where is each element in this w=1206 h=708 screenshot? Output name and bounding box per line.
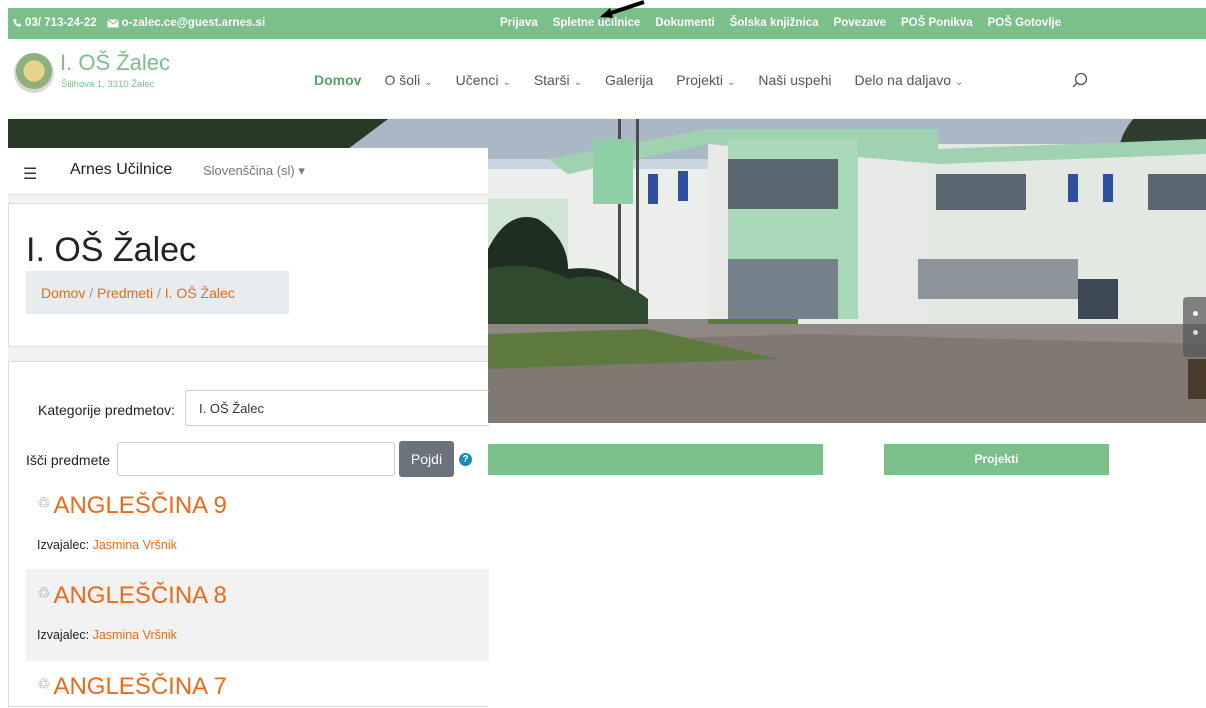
course-search-input[interactable]: [117, 442, 395, 476]
nav-starsi-label: Starši: [533, 72, 570, 88]
phone-number: 03/ 713-24-22: [25, 17, 97, 29]
page-header-card: I. OŠ Žalec Domov / Predmeti / I. OŠ Žal…: [8, 203, 488, 347]
slider-dot[interactable]: [1193, 330, 1198, 335]
course-title-link[interactable]: ♲ ANGLEŠČINA 7: [37, 673, 489, 701]
top-link-prijava[interactable]: Prijava: [500, 17, 538, 29]
language-selector[interactable]: Slovenščina (sl) ▾: [203, 163, 305, 179]
nav-ucenci-label: Učenci: [455, 72, 499, 88]
course-name: ANGLEŠČINA 7: [53, 673, 227, 700]
nav-nasi-uspehi[interactable]: Naši uspehi: [758, 72, 831, 88]
breadcrumb-current[interactable]: I. OŠ Žalec: [165, 285, 235, 301]
chevron-down-icon: ⌄: [955, 77, 964, 88]
moodle-panel: ☰ Arnes Učilnice Slovenščina (sl) ▾ I. O…: [8, 148, 489, 708]
school-name[interactable]: I. OŠ Žalec: [60, 52, 170, 74]
top-links: Prijava Spletne učilnice Dokumenti Šolsk…: [500, 17, 1061, 29]
nav-domov[interactable]: Domov: [314, 72, 361, 88]
slider-bullets[interactable]: [1183, 297, 1206, 357]
teacher-link[interactable]: Jasmina Vršnik: [93, 538, 177, 552]
course-item: ♲ ANGLEŠČINA 7: [26, 673, 489, 708]
teacher-label: Izvajalec:: [37, 628, 90, 642]
school-logo[interactable]: [14, 53, 54, 93]
language-label: Slovenščina (sl): [203, 163, 295, 178]
annotation-arrow-icon: [600, 0, 645, 18]
chevron-down-icon: ⌄: [573, 77, 583, 88]
course-teacher: Izvajalec: Jasmina Vršnik: [37, 538, 489, 552]
nav-starsi[interactable]: Starši ⌄: [534, 72, 582, 88]
phone-icon: [13, 19, 21, 27]
nav-ucenci[interactable]: Učenci ⌄: [456, 72, 511, 88]
site-header: I. OŠ Žalec Šilihova 1, 3310 Žalec Domov…: [8, 39, 1206, 119]
main-nav: Domov O šoli ⌄ Učenci ⌄ Starši ⌄ Galerija P…: [314, 72, 963, 88]
email-contact[interactable]: o-zalec.ce@guest.arnes.si: [106, 17, 266, 29]
phone-contact[interactable]: 03/ 713-24-22: [12, 17, 97, 29]
top-link-pos-gotovlje[interactable]: POŠ Gotovlje: [988, 17, 1062, 29]
breadcrumb: Domov / Predmeti / I. OŠ Žalec: [26, 271, 289, 314]
teacher-link[interactable]: Jasmina Vršnik: [93, 628, 177, 642]
top-link-dokumenti[interactable]: Dokumenti: [655, 17, 714, 29]
search-icon[interactable]: [1072, 72, 1088, 88]
slider-dot[interactable]: [1193, 311, 1198, 316]
breadcrumb-domov[interactable]: Domov: [41, 285, 85, 301]
projekti-banner[interactable]: Projekti: [884, 444, 1109, 475]
school-address: Šilihova 1, 3310 Žalec: [61, 79, 155, 90]
course-title-link[interactable]: ♲ ANGLEŠČINA 8: [37, 582, 489, 610]
caret-down-icon: ▾: [298, 163, 305, 178]
course-search-label: Išči predmete: [26, 452, 111, 468]
chevron-down-icon: ⌄: [502, 77, 511, 88]
top-link-pos-ponikva[interactable]: POŠ Ponikva: [901, 17, 973, 29]
envelope-icon: [106, 18, 119, 27]
nav-delo-na-daljavo-label: Delo na daljavo: [854, 72, 952, 88]
category-select[interactable]: I. OŠ Žalec: [185, 390, 489, 426]
course-list-card: Kategorije predmetov: I. OŠ Žalec Išči p…: [8, 361, 489, 708]
help-icon[interactable]: ?: [459, 453, 472, 466]
nav-delo-na-daljavo[interactable]: Delo na daljavo ⌄: [855, 72, 964, 88]
hamburger-menu-icon[interactable]: ☰: [23, 164, 37, 184]
course-icon: ♲: [37, 585, 51, 602]
course-teacher: Izvajalec: Jasmina Vršnik: [37, 628, 489, 642]
chevron-down-icon: ⌄: [424, 77, 433, 88]
top-link-solska-knjiznica[interactable]: Šolska knjižnica: [730, 17, 819, 29]
course-item: ♲ ANGLEŠČINA 9 Izvajalec: Jasmina Vršnik: [26, 492, 489, 569]
breadcrumb-predmeti[interactable]: Predmeti: [97, 285, 153, 301]
nav-projekti[interactable]: Projekti ⌄: [676, 72, 735, 88]
nav-o-soli[interactable]: O šoli ⌄: [384, 72, 432, 88]
teacher-label: Izvajalec:: [37, 538, 90, 552]
top-link-povezave[interactable]: Povezave: [834, 17, 886, 29]
course-icon: ♲: [37, 495, 51, 512]
contact-info: 03/ 713-24-22 o-zalec.ce@guest.arnes.si: [12, 17, 265, 29]
search-go-button[interactable]: Pojdi: [399, 441, 454, 477]
category-label: Kategorije predmetov:: [38, 402, 175, 418]
course-item: ♲ ANGLEŠČINA 8 Izvajalec: Jasmina Vršnik: [26, 569, 489, 661]
course-name: ANGLEŠČINA 8: [53, 582, 227, 609]
course-icon: ♲: [37, 676, 51, 693]
email-address: o-zalec.ce@guest.arnes.si: [121, 17, 266, 29]
nav-projekti-label: Projekti: [676, 72, 723, 88]
green-banner-left[interactable]: [488, 444, 823, 475]
chevron-down-icon: ⌄: [726, 77, 736, 88]
page-title: I. OŠ Žalec: [26, 231, 197, 269]
nav-o-soli-label: O šoli: [384, 72, 421, 88]
course-title-link[interactable]: ♲ ANGLEŠČINA 9: [37, 492, 489, 520]
moodle-navbar: ☰ Arnes Učilnice Slovenščina (sl) ▾: [8, 148, 488, 195]
nav-galerija[interactable]: Galerija: [605, 72, 653, 88]
moodle-brand[interactable]: Arnes Učilnice: [70, 161, 172, 179]
course-name: ANGLEŠČINA 9: [53, 492, 227, 519]
